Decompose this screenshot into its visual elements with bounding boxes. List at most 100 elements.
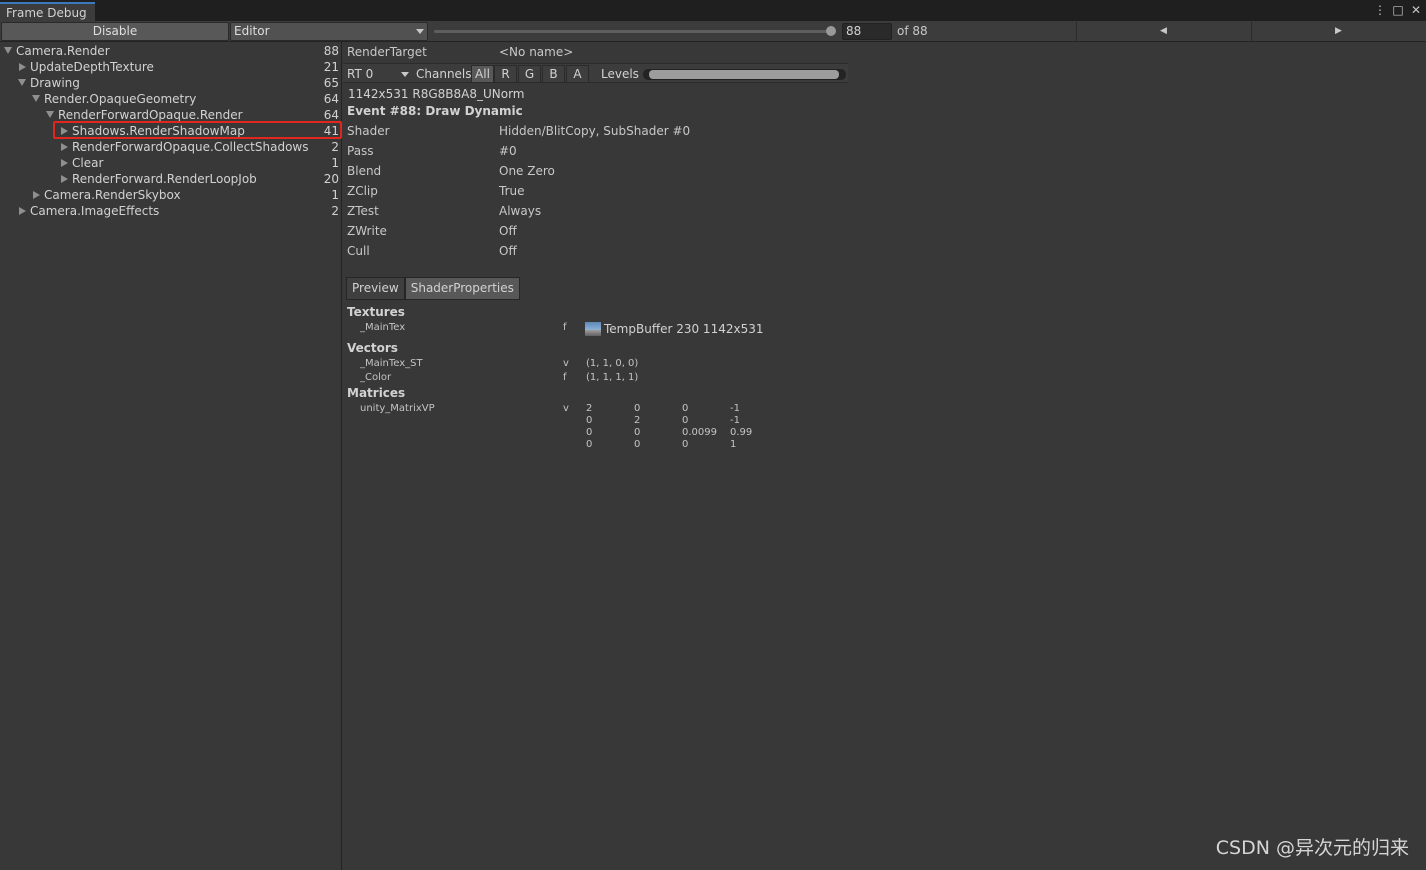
- tree-item-count: 20: [323, 172, 339, 186]
- tree-item-count: 2: [331, 204, 339, 218]
- disable-button[interactable]: Disable: [1, 22, 229, 41]
- tree-item-render-loop-job[interactable]: RenderForward.RenderLoopJob 20: [0, 171, 342, 187]
- fold-closed-icon[interactable]: [61, 159, 68, 167]
- matrix-cell: -1: [730, 415, 740, 426]
- prop-label: Shader: [347, 124, 390, 138]
- matrix-cell: 0.0099: [682, 427, 717, 438]
- chevron-down-icon: [401, 72, 409, 77]
- tab-preview[interactable]: Preview: [346, 277, 405, 300]
- tree-item-count: 64: [323, 92, 339, 106]
- texture-name: _MainTex: [360, 322, 406, 333]
- tree-item-label: Drawing: [30, 76, 80, 90]
- tree-item-label: RenderForwardOpaque.CollectShadows: [72, 140, 309, 154]
- arrow-right-icon: ▶: [1335, 26, 1342, 36]
- prop-row-shader: Shader Hidden/BlitCopy, SubShader #0: [343, 122, 1043, 140]
- tree-item-clear[interactable]: Clear 1: [0, 155, 342, 171]
- prop-row-cull: Cull Off: [343, 242, 1043, 260]
- matrix-cell: 0: [682, 439, 689, 450]
- more-icon[interactable]: ⋮: [1374, 3, 1386, 17]
- frame-slider-thumb[interactable]: [826, 26, 836, 36]
- tree-item-camera-render[interactable]: Camera.Render 88: [0, 43, 342, 59]
- previous-event-button[interactable]: ◀: [1076, 22, 1250, 41]
- vector-name: _Color: [360, 372, 392, 383]
- fold-closed-icon[interactable]: [61, 175, 68, 183]
- vectors-heading: Vectors: [347, 341, 398, 355]
- fold-closed-icon[interactable]: [61, 143, 68, 151]
- tab-frame-debug[interactable]: Frame Debug: [0, 2, 95, 21]
- matrix-cell: 0: [682, 415, 689, 426]
- detail-tabs: Preview ShaderProperties: [346, 277, 520, 300]
- rt-select-dropdown[interactable]: RT 0: [347, 67, 411, 81]
- tree-item-label: Camera.Render: [16, 44, 110, 58]
- window-tab-bar: Frame Debug ⋮ □ ✕: [0, 0, 1426, 21]
- maximize-icon[interactable]: □: [1392, 3, 1404, 17]
- prop-value: Off: [499, 224, 517, 238]
- tree-item-count: 65: [323, 76, 339, 90]
- target-dropdown[interactable]: Editor: [230, 22, 428, 41]
- highlight-box: [53, 121, 342, 139]
- matrix-cell: 0: [586, 415, 593, 426]
- prop-row-zclip: ZClip True: [343, 182, 1043, 200]
- prop-label: Pass: [347, 144, 374, 158]
- vector-name: _MainTex_ST: [360, 358, 423, 369]
- channel-all-button[interactable]: All: [471, 65, 494, 83]
- prop-value: #0: [499, 144, 517, 158]
- matrix-name: unity_MatrixVP: [360, 403, 435, 414]
- channel-a-button[interactable]: A: [566, 65, 589, 83]
- prop-value: Off: [499, 244, 517, 258]
- prop-row-pass: Pass #0: [343, 142, 1043, 160]
- fold-open-icon[interactable]: [4, 47, 12, 54]
- tree-item-render-opaque-geometry[interactable]: Render.OpaqueGeometry 64: [0, 91, 342, 107]
- frame-slider-track[interactable]: [434, 30, 834, 33]
- tree-item-collect-shadows[interactable]: RenderForwardOpaque.CollectShadows 2: [0, 139, 342, 155]
- channel-g-button[interactable]: G: [518, 65, 541, 83]
- fold-closed-icon[interactable]: [19, 63, 26, 71]
- channels-label: Channels: [416, 67, 472, 81]
- matrix-cell: 2: [586, 403, 593, 414]
- levels-label: Levels: [601, 67, 639, 81]
- frame-number-input[interactable]: 88: [842, 23, 892, 40]
- channel-b-button[interactable]: B: [542, 65, 565, 83]
- render-target-format: 1142x531 R8G8B8A8_UNorm: [348, 87, 525, 101]
- render-target-toolbar: RT 0 Channels All R G B A Levels: [343, 63, 848, 83]
- rt-select-label: RT 0: [347, 67, 374, 81]
- arrow-left-icon: ◀: [1160, 26, 1167, 36]
- prop-label: ZWrite: [347, 224, 387, 238]
- matrices-heading: Matrices: [347, 386, 406, 400]
- levels-slider-range[interactable]: [649, 70, 839, 79]
- prop-value: True: [499, 184, 525, 198]
- close-icon[interactable]: ✕: [1410, 3, 1422, 17]
- render-target-label: RenderTarget: [347, 45, 427, 59]
- prop-row-blend: Blend One Zero: [343, 162, 1043, 180]
- prop-value: One Zero: [499, 164, 555, 178]
- window-controls: ⋮ □ ✕: [1374, 3, 1422, 17]
- event-title: Event #88: Draw Dynamic: [347, 104, 523, 118]
- fold-closed-icon[interactable]: [33, 191, 40, 199]
- tab-shader-properties[interactable]: ShaderProperties: [404, 277, 520, 300]
- prop-value: Hidden/BlitCopy, SubShader #0: [499, 124, 691, 138]
- texture-value: TempBuffer 230 1142x531: [604, 322, 764, 336]
- matrix-cell: 0.99: [730, 427, 753, 438]
- vector-value: (1, 1, 1, 1): [586, 372, 639, 383]
- frame-total-label: of 88: [897, 24, 928, 38]
- tree-item-count: 2: [331, 140, 339, 154]
- textures-heading: Textures: [347, 305, 405, 319]
- tree-item-update-depth-texture[interactable]: UpdateDepthTexture 21: [0, 59, 342, 75]
- tree-item-drawing[interactable]: Drawing 65: [0, 75, 342, 91]
- vector-stage: f: [563, 372, 567, 383]
- fold-closed-icon[interactable]: [19, 207, 26, 215]
- next-event-button[interactable]: ▶: [1251, 22, 1425, 41]
- tree-item-label: Camera.RenderSkybox: [44, 188, 181, 202]
- tree-item-count: 1: [331, 156, 339, 170]
- tree-item-camera-image-effects[interactable]: Camera.ImageEffects 2: [0, 203, 342, 219]
- fold-open-icon[interactable]: [46, 111, 54, 118]
- tree-item-count: 1: [331, 188, 339, 202]
- texture-thumbnail[interactable]: [585, 322, 601, 336]
- prop-row-zwrite: ZWrite Off: [343, 222, 1043, 240]
- channel-r-button[interactable]: R: [494, 65, 517, 83]
- tree-item-label: Render.OpaqueGeometry: [44, 92, 197, 106]
- fold-open-icon[interactable]: [32, 95, 40, 102]
- tree-item-label: Clear: [72, 156, 104, 170]
- tree-item-camera-render-skybox[interactable]: Camera.RenderSkybox 1: [0, 187, 342, 203]
- fold-open-icon[interactable]: [18, 79, 26, 86]
